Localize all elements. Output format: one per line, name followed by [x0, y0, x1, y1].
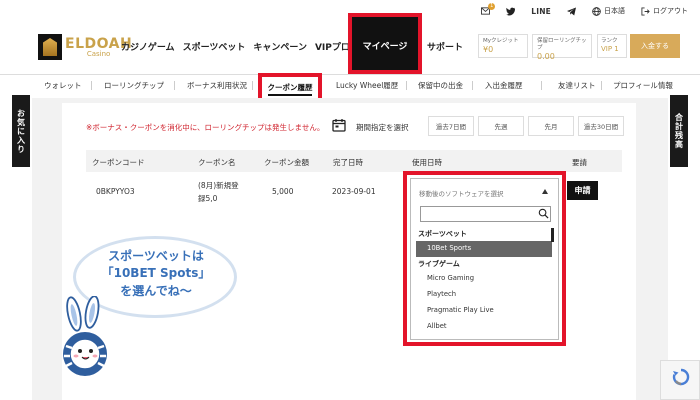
- rolling-label: 保留ローリングチップ: [537, 38, 587, 52]
- speech-bubble-text: スポーツベットは 「10BET Spots」 を選んでね〜: [80, 248, 232, 300]
- total-balance-side-tab[interactable]: 合計残高: [670, 95, 688, 167]
- active-tab-underline: [268, 94, 312, 96]
- tab-separator: [91, 81, 92, 90]
- col-used: 使用日時: [412, 158, 442, 167]
- completed-date: 2023-09-01: [332, 187, 376, 196]
- calendar-icon[interactable]: [332, 118, 346, 132]
- subnav-tabs: ウォレット ローリングチップ ボーナス利用状況 Lucky Wheel履歴 保留…: [0, 74, 700, 96]
- tab-rolling-chip[interactable]: ローリングチップ: [104, 80, 164, 91]
- tab-friends[interactable]: 友達リスト: [558, 80, 596, 91]
- credit-label: Myクレジット: [483, 38, 519, 44]
- period-last-7-days[interactable]: 過去7日間: [428, 116, 474, 136]
- col-request: 要請: [572, 158, 587, 167]
- language-switch[interactable]: 日本語: [592, 6, 625, 16]
- credit-box: Myクレジット ¥0: [478, 34, 528, 58]
- line-link[interactable]: LINE: [531, 7, 551, 16]
- nav-item-casino[interactable]: カジノゲーム: [120, 40, 176, 53]
- col-coupon-amount: クーポン金額: [264, 158, 309, 167]
- bubble-line-2: 「10BET Spots」: [101, 266, 211, 281]
- period-select-label[interactable]: 期間指定を選択: [356, 122, 409, 133]
- tab-separator: [541, 81, 542, 90]
- logout-label: ログアウト: [653, 7, 688, 15]
- page: 1 LINE 日本語 ログアウト ELDOAH Casino カジノゲーム スポ…: [0, 0, 700, 400]
- tab-separator: [252, 81, 253, 90]
- col-completed: 完了日時: [333, 158, 363, 167]
- highlight-dropdown: [403, 171, 566, 346]
- col-coupon-name: クーポン名: [198, 158, 236, 167]
- col-coupon-code: クーポンコード: [92, 158, 145, 167]
- tab-wallet[interactable]: ウォレット: [44, 80, 82, 91]
- logout-link[interactable]: ログアウト: [641, 6, 688, 16]
- logout-icon: [641, 6, 650, 16]
- tab-separator: [174, 81, 175, 90]
- coupon-amount: 5,000: [272, 187, 294, 196]
- highlight-mypage: [348, 13, 422, 74]
- tab-separator: [472, 81, 473, 90]
- period-buttons: 過去7日間 先週 先月 過去30日間: [428, 116, 624, 136]
- twitter-icon[interactable]: [506, 7, 516, 16]
- coupon-code: 0BKPYYO3: [96, 187, 135, 196]
- rank-label: ランク: [601, 38, 618, 44]
- favorites-side-tab[interactable]: お気に入り: [12, 95, 30, 167]
- telegram-icon[interactable]: [567, 6, 576, 16]
- site-logo[interactable]: ELDOAH Casino: [38, 34, 132, 60]
- credit-value: ¥0: [483, 45, 494, 55]
- mail-icon[interactable]: 1: [481, 2, 496, 16]
- globe-icon: [592, 6, 601, 16]
- castle-logo-icon: [38, 34, 62, 60]
- tab-bonus-status[interactable]: ボーナス利用状況: [187, 80, 247, 91]
- deposit-button[interactable]: 入金する: [630, 34, 680, 58]
- utility-bar: 1 LINE 日本語 ログアウト: [481, 2, 688, 16]
- bubble-line-1: スポーツベットは: [108, 249, 204, 263]
- rolling-chip-notice: ※ボーナス・クーポンを消化中に、ローリングチップは発生しません。: [86, 123, 325, 132]
- nav-item-sports[interactable]: スポーツベット: [182, 40, 247, 53]
- tab-lucky-wheel[interactable]: Lucky Wheel履歴: [336, 80, 398, 91]
- tab-separator: [601, 81, 602, 90]
- recaptcha-icon: [672, 368, 690, 386]
- tab-coupon-label: クーポン履歴: [267, 83, 313, 92]
- rabbit-mascot-icon: [63, 296, 107, 376]
- coupon-table-header: クーポンコード クーポン名 クーポン金額 完了日時 使用日時 要請: [86, 150, 622, 172]
- rank-value: VIP 1: [601, 45, 619, 54]
- tab-pending-withdrawal[interactable]: 保留中の出金: [418, 80, 463, 91]
- period-last-30-days[interactable]: 過去30日間: [578, 116, 624, 136]
- rolling-value: 0.00: [537, 52, 555, 62]
- coupon-name-line1: (8月)新規登: [198, 181, 239, 190]
- language-label: 日本語: [604, 7, 625, 15]
- main-nav: カジノゲーム スポーツベット キャンペーン VIPプログラム: [120, 40, 378, 53]
- tab-transactions[interactable]: 入出金履歴: [485, 80, 523, 91]
- tab-separator: [406, 81, 407, 90]
- rolling-chip-box: 保留ローリングチップ 0.00: [532, 34, 592, 61]
- nav-item-support[interactable]: サポート: [427, 40, 463, 53]
- apply-button[interactable]: 申請: [567, 181, 598, 200]
- tab-profile[interactable]: プロフィール情報: [613, 80, 673, 91]
- mail-badge: 1: [488, 2, 496, 10]
- period-last-month[interactable]: 先月: [528, 116, 574, 136]
- rank-box: ランク VIP 1: [597, 34, 627, 58]
- nav-item-campaign[interactable]: キャンペーン: [252, 40, 308, 53]
- coupon-name-line2: 録5,0: [198, 194, 218, 203]
- period-last-week[interactable]: 先週: [478, 116, 524, 136]
